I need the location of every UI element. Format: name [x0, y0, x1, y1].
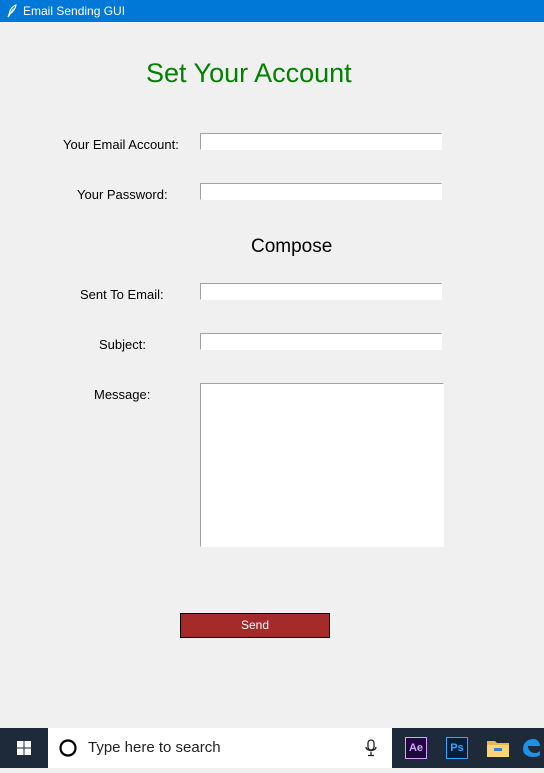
subject-label: Subject: [99, 337, 146, 352]
send-button[interactable]: Send [180, 613, 330, 638]
taskbar-search-box[interactable]: Type here to search [48, 728, 392, 768]
compose-heading: Compose [251, 236, 333, 257]
after-effects-icon: Ae [405, 737, 427, 759]
taskbar: Type here to search Ae Ps [0, 728, 544, 768]
file-explorer-icon [487, 741, 509, 757]
windows-logo-icon [17, 741, 31, 755]
page-title: Set Your Account [146, 58, 352, 88]
edge-taskbar-button[interactable] [518, 728, 544, 768]
photoshop-icon: Ps [446, 737, 468, 759]
email-field[interactable] [200, 133, 442, 150]
email-label: Your Email Account: [63, 137, 179, 152]
message-label: Message: [94, 387, 151, 402]
message-textarea[interactable] [200, 383, 444, 547]
password-field[interactable] [200, 183, 442, 200]
to-email-label: Sent To Email: [80, 287, 164, 302]
file-explorer-taskbar-button[interactable] [478, 728, 518, 768]
password-label: Your Password: [77, 187, 168, 202]
window-title: Email Sending GUI [23, 4, 126, 18]
feather-icon [5, 4, 19, 18]
to-email-field[interactable] [200, 283, 442, 300]
subject-field[interactable] [200, 333, 442, 350]
cortana-icon [59, 739, 77, 757]
after-effects-taskbar-button[interactable]: Ae [396, 728, 436, 768]
window-titlebar: Email Sending GUI [0, 0, 544, 22]
photoshop-taskbar-button[interactable]: Ps [437, 728, 477, 768]
microphone-icon[interactable] [364, 739, 378, 757]
start-button[interactable] [0, 728, 48, 768]
search-placeholder: Type here to search [88, 739, 221, 756]
edge-icon [523, 739, 540, 757]
